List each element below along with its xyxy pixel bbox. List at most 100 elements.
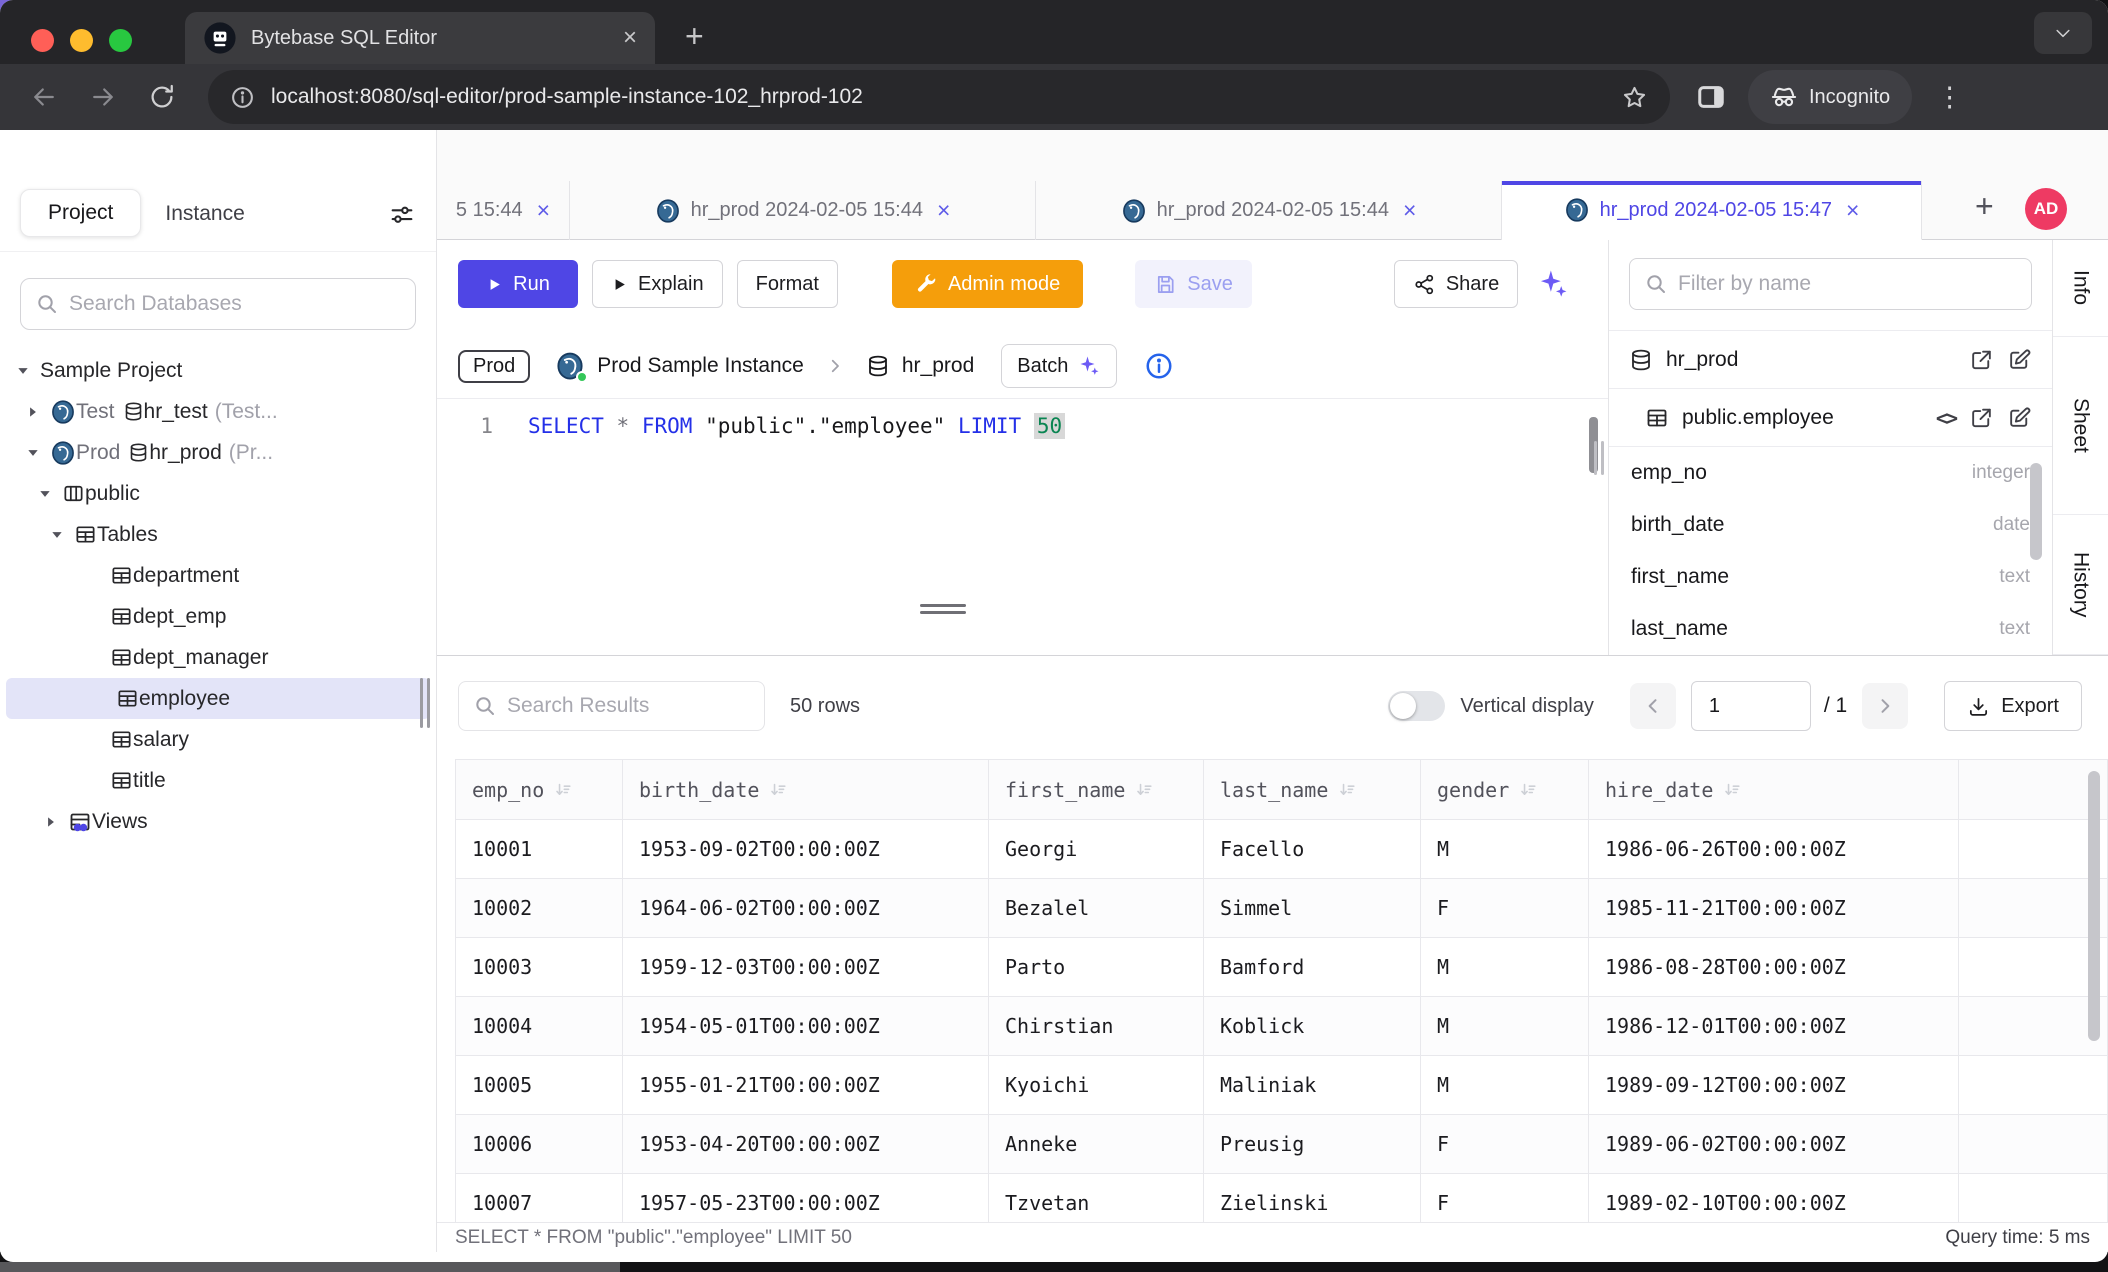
side-panel-icon[interactable]: [1696, 82, 1726, 112]
table-cell[interactable]: 10004: [456, 997, 623, 1056]
column-header-gender[interactable]: gender: [1421, 760, 1589, 820]
table-cell[interactable]: 1959-12-03T00:00:00Z: [623, 938, 989, 997]
code-icon[interactable]: <>: [1936, 406, 1956, 430]
close-window-button[interactable]: [31, 29, 54, 52]
table-cell[interactable]: 1989-09-12T00:00:00Z: [1589, 1056, 1959, 1115]
page-number-input[interactable]: [1691, 681, 1811, 731]
table-cell[interactable]: Preusig: [1204, 1115, 1421, 1174]
browser-menu-icon[interactable]: ⋮: [1936, 82, 1963, 113]
schema-table-row[interactable]: public.employee <>: [1609, 388, 2052, 446]
edit-icon[interactable]: [2007, 347, 2032, 372]
tree-item-Sample Project[interactable]: Sample Project: [0, 350, 436, 391]
close-tab-icon[interactable]: ×: [1846, 197, 1859, 224]
tree-item-dept_manager[interactable]: dept_manager: [0, 637, 436, 678]
table-cell[interactable]: 1954-05-01T00:00:00Z: [623, 997, 989, 1056]
close-tab-icon[interactable]: ×: [1403, 197, 1416, 224]
tree-item-public[interactable]: public: [0, 473, 436, 514]
table-cell[interactable]: 10001: [456, 820, 623, 879]
search-results-input[interactable]: [507, 694, 750, 718]
caret-down-icon[interactable]: [38, 487, 62, 501]
caret-down-icon[interactable]: [26, 446, 50, 460]
format-button[interactable]: Format: [737, 260, 838, 308]
reload-icon[interactable]: [147, 82, 177, 112]
batch-button[interactable]: Batch: [1001, 344, 1117, 388]
search-databases-input[interactable]: [69, 292, 401, 316]
table-cell[interactable]: F: [1421, 879, 1589, 938]
table-cell[interactable]: Bezalel: [989, 879, 1204, 938]
table-cell[interactable]: 1953-09-02T00:00:00Z: [623, 820, 989, 879]
caret-down-icon[interactable]: [50, 528, 74, 542]
run-button[interactable]: Run: [458, 260, 578, 308]
export-button[interactable]: Export: [1944, 681, 2082, 731]
tab-search-button[interactable]: [2034, 12, 2092, 54]
table-cell[interactable]: Simmel: [1204, 879, 1421, 938]
table-cell[interactable]: F: [1421, 1115, 1589, 1174]
filter-settings-icon[interactable]: [388, 201, 416, 229]
column-header-birth_date[interactable]: birth_date: [623, 760, 989, 820]
table-cell[interactable]: 10005: [456, 1056, 623, 1115]
table-cell[interactable]: M: [1421, 938, 1589, 997]
back-icon[interactable]: [29, 82, 59, 112]
sql-editor[interactable]: 1 SELECT * FROM "public"."employee" LIMI…: [437, 398, 1608, 650]
new-query-tab-button[interactable]: +: [1975, 188, 1994, 225]
table-cell[interactable]: Georgi: [989, 820, 1204, 879]
caret-down-icon[interactable]: [16, 364, 40, 378]
tab-sheet[interactable]: Sheet: [2053, 337, 2108, 515]
url-field[interactable]: localhost:8080/sql-editor/prod-sample-in…: [208, 70, 1670, 124]
tab-instance[interactable]: Instance: [141, 191, 268, 237]
prev-page-button[interactable]: [1630, 683, 1676, 729]
tree-item-title[interactable]: title: [0, 760, 436, 801]
table-cell[interactable]: Facello: [1204, 820, 1421, 879]
browser-tab[interactable]: Bytebase SQL Editor ×: [185, 12, 655, 64]
table-cell[interactable]: 1985-11-21T00:00:00Z: [1589, 879, 1959, 938]
column-header-hire_date[interactable]: hire_date: [1589, 760, 1959, 820]
site-info-icon[interactable]: [230, 85, 255, 110]
tree-item-hr_test[interactable]: Testhr_test(Test...: [0, 391, 436, 432]
table-cell[interactable]: M: [1421, 1056, 1589, 1115]
query-tab-active[interactable]: hr_prod 2024-02-05 15:47×: [1502, 181, 1922, 240]
column-header-last_name[interactable]: last_name: [1204, 760, 1421, 820]
schema-database-row[interactable]: hr_prod: [1609, 330, 2052, 388]
column-header-emp_no[interactable]: emp_no: [456, 760, 623, 820]
next-page-button[interactable]: [1862, 683, 1908, 729]
table-cell[interactable]: 1986-06-26T00:00:00Z: [1589, 820, 1959, 879]
sidebar-resize-handle[interactable]: [420, 678, 430, 728]
table-cell[interactable]: 10006: [456, 1115, 623, 1174]
table-cell[interactable]: Maliniak: [1204, 1056, 1421, 1115]
table-cell[interactable]: M: [1421, 997, 1589, 1056]
info-icon[interactable]: [1144, 351, 1174, 381]
results-scrollbar[interactable]: [2088, 771, 2100, 1041]
bookmark-star-icon[interactable]: [1621, 84, 1648, 111]
zoom-window-button[interactable]: [109, 29, 132, 52]
caret-right-icon[interactable]: [26, 405, 50, 419]
column-row-emp_no[interactable]: emp_nointeger: [1609, 447, 2052, 499]
table-cell[interactable]: 1986-08-28T00:00:00Z: [1589, 938, 1959, 997]
table-cell[interactable]: Chirstian: [989, 997, 1204, 1056]
column-header-first_name[interactable]: first_name: [989, 760, 1204, 820]
table-cell[interactable]: 10002: [456, 879, 623, 938]
close-tab-icon[interactable]: ×: [937, 197, 950, 224]
panel-resize-handle[interactable]: [1594, 441, 1604, 475]
table-cell[interactable]: Kyoichi: [989, 1056, 1204, 1115]
column-row-first_name[interactable]: first_nametext: [1609, 551, 2052, 603]
open-external-icon[interactable]: [1969, 405, 1994, 430]
table-cell[interactable]: M: [1421, 820, 1589, 879]
tab-project[interactable]: Project: [20, 189, 141, 237]
tree-item-dept_emp[interactable]: dept_emp: [0, 596, 436, 637]
table-cell[interactable]: 1986-12-01T00:00:00Z: [1589, 997, 1959, 1056]
incognito-badge[interactable]: Incognito: [1748, 70, 1912, 124]
table-cell[interactable]: 10003: [456, 938, 623, 997]
table-cell[interactable]: 1964-06-02T00:00:00Z: [623, 879, 989, 938]
tree-item-employee[interactable]: employee: [6, 678, 430, 719]
query-tab[interactable]: hr_prod 2024-02-05 15:44×: [1036, 181, 1502, 240]
schema-scrollbar[interactable]: [2030, 463, 2042, 560]
query-tab[interactable]: hr_prod 2024-02-05 15:44×: [570, 181, 1036, 240]
tree-item-Tables[interactable]: Tables: [0, 514, 436, 555]
table-cell[interactable]: 1955-01-21T00:00:00Z: [623, 1056, 989, 1115]
forward-icon[interactable]: [88, 82, 118, 112]
admin-mode-button[interactable]: Admin mode: [892, 260, 1083, 308]
sql-code-line[interactable]: SELECT * FROM "public"."employee" LIMIT …: [528, 414, 1065, 438]
tree-item-hr_prod[interactable]: Prodhr_prod(Pr...: [0, 432, 436, 473]
table-cell[interactable]: Bamford: [1204, 938, 1421, 997]
results-resize-handle[interactable]: [920, 604, 966, 614]
